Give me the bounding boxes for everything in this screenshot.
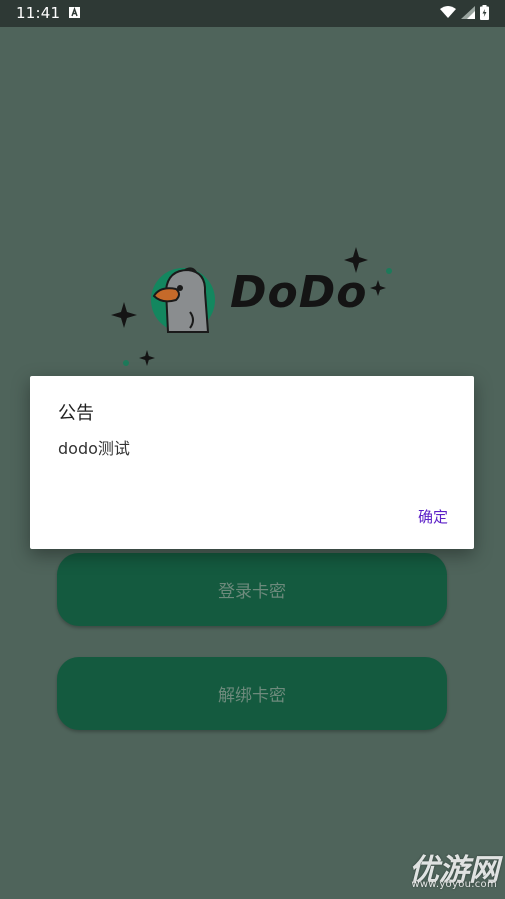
announcement-dialog: 公告 dodo测试 确定 xyxy=(30,376,474,549)
watermark-url: www.yoyou.com xyxy=(411,879,497,890)
sparkle-icon xyxy=(111,302,137,328)
signal-icon xyxy=(461,6,475,19)
unbind-card-key-button[interactable]: 解绑卡密 xyxy=(57,657,447,730)
sparkle-icon xyxy=(139,350,155,366)
status-icons xyxy=(440,5,489,20)
dialog-title: 公告 xyxy=(58,403,94,424)
dialog-message: dodo测试 xyxy=(58,439,130,458)
confirm-button[interactable]: 确定 xyxy=(418,506,448,527)
battery-icon xyxy=(480,5,489,20)
a-notification-icon xyxy=(69,7,80,18)
wifi-icon xyxy=(440,6,456,18)
status-time: 11:41 xyxy=(16,4,61,22)
app-logo: DoDo xyxy=(110,240,400,370)
login-card-key-button[interactable]: 登录卡密 xyxy=(57,553,447,626)
sparkle-icon xyxy=(370,280,386,296)
dot-icon xyxy=(386,268,392,274)
logo-text: DoDo xyxy=(230,267,368,318)
duck-mascot-icon xyxy=(151,267,215,333)
status-bar: 11:41 xyxy=(0,0,505,27)
watermark: 优游网 www.yoyou.com xyxy=(401,845,501,895)
dot-icon xyxy=(123,360,129,366)
